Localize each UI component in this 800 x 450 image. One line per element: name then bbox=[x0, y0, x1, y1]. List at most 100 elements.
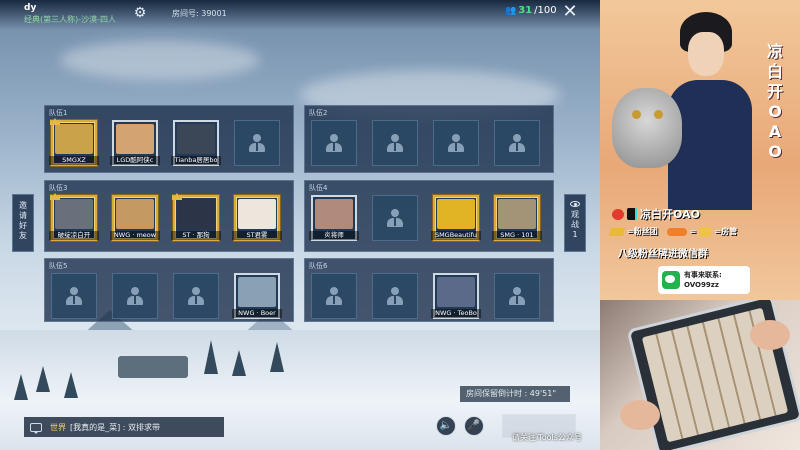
team-panel: 队伍1 SMGXZ LGD酷阿侠c Tianba居居bo bbox=[44, 105, 294, 173]
player-slot[interactable]: SMGBeautifu bbox=[431, 195, 481, 241]
player-name: NWG · Boer bbox=[232, 309, 282, 318]
player-name: NWG · meow bbox=[110, 231, 160, 240]
weibo-icon bbox=[612, 208, 624, 220]
camera-feed bbox=[600, 300, 800, 450]
spectate-button[interactable]: 观战 1 bbox=[564, 194, 586, 252]
microphone-icon[interactable]: 🎤 bbox=[464, 416, 484, 436]
team-label: 队伍5 bbox=[49, 262, 68, 270]
avatar bbox=[238, 199, 276, 229]
empty-slot[interactable] bbox=[112, 273, 158, 319]
close-icon[interactable]: ✕ bbox=[560, 2, 580, 22]
avatar bbox=[437, 277, 475, 307]
player-slot[interactable]: 破绽凉白开 bbox=[49, 193, 99, 241]
wechat-contact: 有事来联系: OVO99zz bbox=[658, 266, 750, 294]
speaker-icon[interactable]: 🔈 bbox=[436, 416, 456, 436]
empty-slot[interactable] bbox=[311, 120, 357, 166]
pine-tree bbox=[270, 342, 284, 372]
person-icon bbox=[508, 287, 526, 305]
vertical-title-char: 开 bbox=[766, 82, 783, 101]
team-panel: 队伍3 破绽凉白开 NWG · meow ST · 那狗 ST君雾 bbox=[44, 180, 294, 252]
player-slot[interactable]: NWG · TeoBo bbox=[431, 273, 481, 319]
person-icon bbox=[325, 134, 343, 152]
player-slot[interactable]: ST君雾 bbox=[232, 195, 282, 241]
empty-slot[interactable] bbox=[494, 120, 540, 166]
spectate-count: 1 bbox=[572, 230, 578, 239]
empty-slot[interactable] bbox=[51, 273, 97, 319]
avatar bbox=[55, 199, 93, 229]
empty-slot[interactable] bbox=[494, 273, 540, 319]
player-slot[interactable]: NWG · meow bbox=[110, 195, 160, 241]
empty-slot[interactable] bbox=[311, 273, 357, 319]
badge-icon bbox=[666, 227, 687, 236]
team-panel: 队伍6 NWG · TeoBo bbox=[304, 258, 554, 322]
watermark: 请关注iTools公众号 bbox=[512, 433, 582, 442]
player-slot[interactable]: SMG · 101 bbox=[492, 195, 542, 241]
chat-icon bbox=[30, 422, 42, 434]
avatar bbox=[55, 124, 93, 154]
player-name: 炎将师 bbox=[309, 231, 359, 240]
person-icon bbox=[126, 287, 144, 305]
room-id: 房间号: 39001 bbox=[172, 9, 227, 18]
social-handle-row: 凉白开OAO bbox=[612, 206, 700, 222]
hand bbox=[750, 320, 790, 350]
empty-slot[interactable] bbox=[372, 120, 418, 166]
bus bbox=[118, 356, 188, 378]
player-name: SMG · 101 bbox=[492, 231, 542, 240]
player-slot[interactable]: LGD酷阿侠c bbox=[110, 120, 160, 166]
fan-card-icon bbox=[608, 227, 626, 236]
sky-cloud bbox=[60, 40, 260, 80]
person-icon bbox=[386, 287, 404, 305]
players-icon: 👥 bbox=[505, 5, 517, 16]
cat-illustration bbox=[612, 88, 682, 168]
team-label: 队伍2 bbox=[309, 109, 328, 117]
player-name: Tianba居居bo bbox=[171, 156, 221, 165]
face bbox=[688, 32, 724, 76]
vertical-title: 凉白开OAO bbox=[762, 42, 788, 162]
avatar bbox=[315, 199, 353, 229]
team-label: 队伍1 bbox=[49, 109, 68, 117]
player-name: 破绽凉白开 bbox=[49, 231, 99, 240]
invite-friends-button[interactable]: 邀请好友 bbox=[12, 194, 34, 252]
player-count: 👥 31 /100 bbox=[505, 5, 557, 16]
vertical-title-char: O bbox=[768, 102, 782, 121]
team-label: 队伍4 bbox=[309, 184, 328, 192]
team-panel: 队伍2 bbox=[304, 105, 554, 173]
player-slot[interactable]: 炎将师 bbox=[309, 195, 359, 241]
person-icon bbox=[447, 134, 465, 152]
gear-icon[interactable]: ⚙ bbox=[132, 5, 148, 21]
empty-slot[interactable] bbox=[234, 120, 280, 166]
badge-legend: =粉丝团 = =房管 bbox=[608, 226, 738, 237]
empty-slot[interactable] bbox=[433, 120, 479, 166]
player-slot[interactable]: ST · 那狗 bbox=[171, 193, 221, 241]
player-slot[interactable]: NWG · Boer bbox=[232, 273, 282, 319]
chat-message: [我真的是_菜] : 双排求带 bbox=[70, 422, 161, 432]
eye-icon bbox=[570, 201, 580, 207]
wechat-icon bbox=[662, 271, 680, 289]
team-panel: 队伍4 炎将师 SMGBeautifu SMG · 101 bbox=[304, 180, 554, 252]
pine-tree bbox=[14, 374, 28, 400]
chat-bar[interactable]: 世界 [我真的是_菜] : 双排求带 bbox=[24, 417, 224, 437]
empty-slot[interactable] bbox=[173, 273, 219, 319]
legend-equals: = bbox=[689, 227, 697, 236]
avatar bbox=[238, 277, 276, 307]
legend-room-admin: =房管 bbox=[714, 227, 738, 236]
player-slot[interactable]: Tianba居居bo bbox=[171, 120, 221, 166]
player-slot[interactable]: SMGXZ bbox=[49, 118, 99, 166]
empty-slot[interactable] bbox=[372, 273, 418, 319]
wechat-title: 有事来联系: bbox=[684, 271, 722, 279]
person-icon bbox=[65, 287, 83, 305]
team-panel: 队伍5 NWG · Boer bbox=[44, 258, 294, 322]
avatar bbox=[177, 199, 215, 229]
empty-slot[interactable] bbox=[372, 195, 418, 241]
vertical-title-char: 白 bbox=[766, 62, 783, 81]
avatar bbox=[498, 199, 536, 229]
legend-fan-group: =粉丝团 bbox=[627, 227, 658, 236]
players-total: /100 bbox=[534, 5, 557, 16]
vertical-title-char: O bbox=[768, 142, 782, 161]
player-name: NWG · TeoBo bbox=[431, 309, 481, 318]
crown-icon bbox=[50, 118, 60, 125]
tiktok-icon bbox=[627, 208, 637, 220]
pine-tree bbox=[204, 340, 218, 374]
cat-eye bbox=[654, 110, 663, 119]
crown-icon bbox=[172, 193, 182, 200]
